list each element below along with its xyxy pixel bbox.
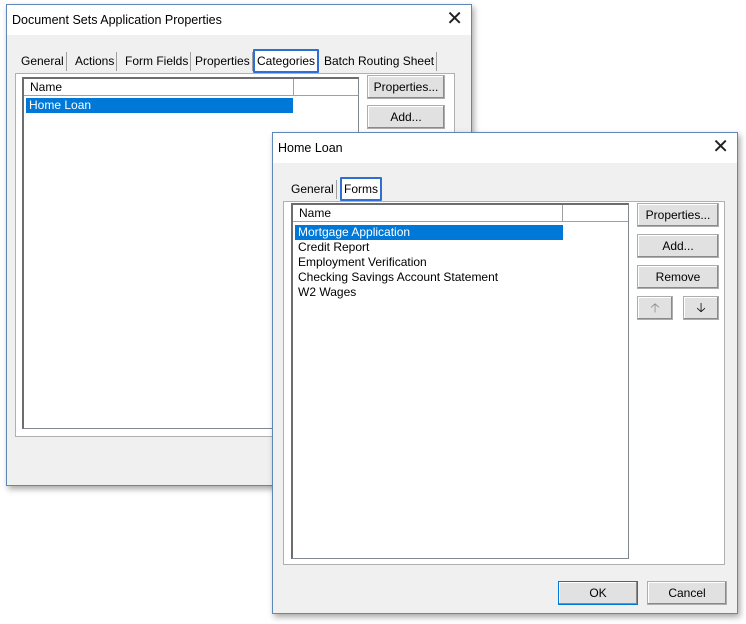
list-item[interactable]: Credit Report — [295, 240, 563, 255]
tab-categories[interactable]: Categories — [253, 49, 320, 73]
move-down-button[interactable]: 🡣 — [683, 296, 719, 320]
tab-general[interactable]: General — [289, 180, 337, 199]
add-button[interactable]: Add... — [637, 234, 719, 258]
tab-strip: General Actions Form Fields Properties C… — [17, 49, 457, 73]
list-item[interactable]: Checking Savings Account Statement — [295, 270, 563, 285]
arrow-up-icon: 🡡 — [650, 301, 660, 316]
properties-button[interactable]: Properties... — [367, 75, 445, 99]
move-up-button[interactable]: 🡡 — [637, 296, 673, 320]
list-item[interactable]: W2 Wages — [295, 285, 563, 300]
home-loan-dialog: Home Loan ✕ General Forms Name Mortgage … — [272, 132, 738, 614]
dialog-title: Document Sets Application Properties — [12, 13, 222, 27]
title-bar: Home Loan ✕ — [273, 133, 737, 163]
close-icon[interactable]: ✕ — [712, 136, 729, 156]
tab-batch-routing-sheet[interactable]: Batch Routing Sheet — [322, 52, 438, 71]
column-header-name[interactable]: Name — [293, 205, 563, 221]
cancel-button[interactable]: Cancel — [647, 581, 727, 605]
column-header-name[interactable]: Name — [24, 79, 294, 95]
tab-forms[interactable]: Forms — [340, 177, 382, 201]
tab-strip: General Forms — [287, 177, 487, 201]
forms-list[interactable]: Name Mortgage Application Credit Report … — [291, 203, 629, 559]
list-header: Name — [24, 79, 358, 96]
add-button[interactable]: Add... — [367, 105, 445, 129]
dialog-title: Home Loan — [278, 141, 343, 155]
list-item[interactable]: Home Loan — [26, 98, 293, 113]
tab-actions[interactable]: Actions — [73, 52, 118, 71]
list-item[interactable]: Employment Verification — [295, 255, 563, 270]
properties-button[interactable]: Properties... — [637, 203, 719, 227]
tab-properties[interactable]: Properties — [193, 52, 253, 71]
remove-button[interactable]: Remove — [637, 265, 719, 289]
list-item[interactable]: Mortgage Application — [295, 225, 563, 240]
tab-form-fields[interactable]: Form Fields — [123, 52, 192, 71]
close-icon[interactable]: ✕ — [446, 8, 463, 28]
arrow-down-icon: 🡣 — [696, 301, 706, 316]
ok-button[interactable]: OK — [558, 581, 638, 605]
title-bar: Document Sets Application Properties ✕ — [7, 5, 471, 35]
list-header: Name — [293, 205, 628, 222]
tab-general[interactable]: General — [19, 52, 67, 71]
